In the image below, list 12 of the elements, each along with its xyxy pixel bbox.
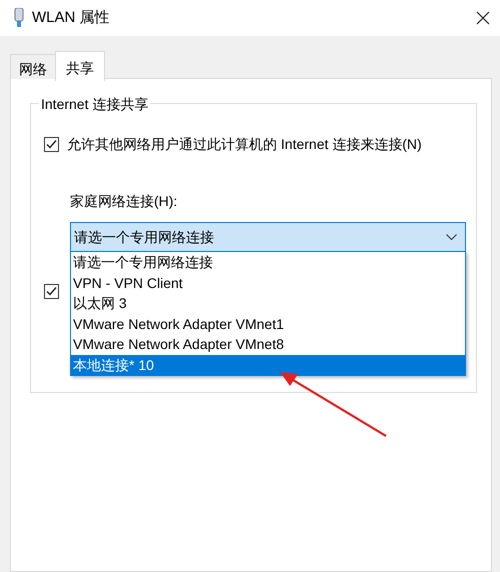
dropdown-option[interactable]: VMware Network Adapter VMnet1: [71, 314, 465, 334]
checkbox-label: 允许其他网络用户通过此计算机的 Internet 连接来连接(N): [67, 135, 422, 154]
dropdown-option[interactable]: VMware Network Adapter VMnet8: [71, 334, 465, 354]
dropdown-option[interactable]: 以太网 3: [71, 293, 465, 314]
dropdown-value: 请选一个专用网络连接: [74, 228, 215, 246]
dropdown-option[interactable]: VPN - VPN Client: [71, 272, 465, 293]
dropdown-option[interactable]: 请选一个专用网络连接: [71, 252, 465, 272]
tab[interactable]: 网络: [10, 54, 56, 79]
tab[interactable]: 共享: [55, 51, 105, 81]
field-label: 家庭网络连接(H):: [70, 192, 178, 211]
window-title: WLAN 属性: [32, 8, 111, 28]
dropdown-option[interactable]: 本地连接* 10: [71, 354, 465, 375]
